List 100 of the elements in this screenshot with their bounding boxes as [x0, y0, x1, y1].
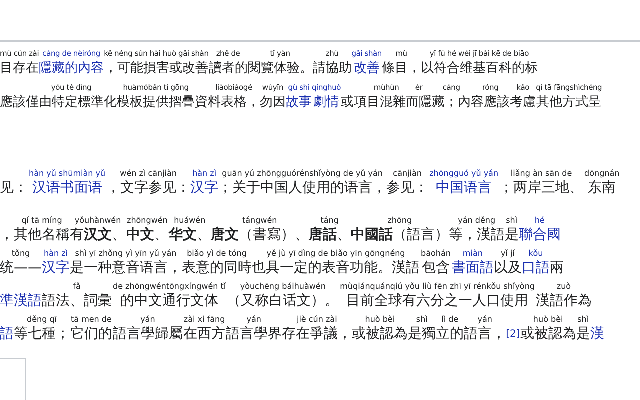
- text-run: ，文字参见：: [106, 179, 191, 198]
- text-run: 語言學界: [226, 325, 282, 344]
- text-run: 有汉文、: [70, 226, 126, 245]
- pinyin-annotation: wén zì cānjiàn: [119, 168, 178, 179]
- link[interactable]: 隱藏的內容: [39, 59, 104, 78]
- text-run: 唐文（書寫）、: [210, 226, 309, 245]
- link[interactable]: 改善: [354, 59, 380, 78]
- text-run: 語言，: [464, 325, 506, 344]
- link[interactable]: 口語: [522, 259, 550, 278]
- text-run: 由特定標準: [39, 94, 104, 112]
- pinyin-annotation: tǒng: [10, 248, 32, 259]
- pinyin-annotation: yě jù yī dìng de biǎo yīn gōngnéng: [266, 248, 406, 259]
- text-run: 語法、詞彙: [42, 292, 112, 311]
- pinyin-annotation: shì yī zhǒng yì yīn yǔ yán: [74, 248, 178, 259]
- pinyin-annotation: lì de: [440, 314, 460, 325]
- pinyin-annotation: hàn zì: [42, 248, 69, 259]
- pinyin-annotation: yǐ jí: [500, 248, 516, 259]
- pinyin-annotation: mùqiánquánqiú yǒu liù fēn zhī yī rénkǒu shǐyòng: [339, 281, 536, 292]
- text-run: 勿因: [260, 94, 286, 112]
- reference-link[interactable]: [2]: [506, 325, 520, 344]
- link[interactable]: 聯合國: [518, 226, 561, 245]
- text-run: 應該僅: [0, 94, 39, 112]
- text-run: 化模板提供摺疊資: [104, 94, 208, 112]
- text-run: 是獨: [408, 325, 436, 344]
- text-run: 包含: [422, 259, 450, 278]
- pinyin-annotation: huáwén: [173, 215, 207, 226]
- link[interactable]: 中国语言: [436, 179, 492, 198]
- link[interactable]: 準漢語: [0, 292, 42, 311]
- text-run: 或被認為: [520, 325, 576, 344]
- text-run: 其他方式呈: [536, 94, 602, 112]
- text-run: 是: [504, 226, 519, 245]
- pinyin-annotation: guān yú zhōngguórénshǐyòng de yǔ yán: [221, 168, 384, 179]
- pinyin-annotation: huò bèi: [364, 314, 396, 325]
- text-run: 或項: [341, 94, 368, 112]
- text-run: 它们的: [70, 325, 112, 344]
- text-run: 立的: [436, 325, 464, 344]
- link[interactable]: 汉字: [190, 179, 219, 198]
- pinyin-annotation: shì: [576, 314, 590, 325]
- text-run: （又称白话文）。: [227, 292, 340, 311]
- pinyin-annotation: bāohán: [420, 248, 452, 259]
- text-run: 东南: [588, 179, 616, 198]
- text-run: ；关于中国人使用的语言，: [218, 179, 387, 198]
- link[interactable]: 漢: [590, 325, 604, 344]
- text-run: ，可能損害或改善: [104, 60, 208, 78]
- text-run: 存在爭議，: [282, 325, 352, 344]
- link[interactable]: 書面語: [452, 259, 494, 278]
- text-run: 而隱: [406, 94, 432, 112]
- text-run: 目混雜: [367, 94, 406, 112]
- pinyin-annotation: zhōngguó yǔ yán: [428, 168, 500, 179]
- text-run: ，: [0, 226, 14, 245]
- pinyin-annotation: shì: [505, 215, 519, 226]
- link[interactable]: 汉字: [42, 259, 70, 278]
- pinyin-annotation: zuò: [556, 281, 572, 292]
- pinyin-annotation: biǎo yì de tóng: [186, 248, 248, 259]
- text-run: 考慮: [510, 94, 536, 112]
- pinyin-annotation: táng: [320, 215, 340, 226]
- text-run: 漢語作為: [536, 292, 592, 311]
- link[interactable]: 故事: [286, 93, 312, 112]
- text-run: 也具一定的表音功能。漢語: [252, 259, 420, 278]
- text-run: 閱覽体验。: [248, 60, 313, 78]
- pinyin-annotation: zhōng: [386, 215, 414, 226]
- pinyin-annotation: qí tā míng: [20, 215, 64, 226]
- link[interactable]: 汉语书面语: [32, 179, 102, 198]
- text-run: 参见：: [386, 179, 429, 198]
- pinyin-annotation: shì: [415, 314, 429, 325]
- text-run: 料表格，: [208, 94, 260, 112]
- pinyin-annotation: dōngnán: [584, 168, 621, 179]
- text-run: 目前全球有六分之一人口使用: [346, 292, 529, 311]
- text-run: 讀者的: [208, 60, 248, 78]
- text-run: 是: [576, 325, 590, 344]
- pinyin-annotation: zài xi fāng: [182, 314, 226, 325]
- pinyin-annotation: yán děng: [457, 215, 497, 226]
- pinyin-annotation: yán: [246, 314, 263, 325]
- text-run: 目存在: [0, 60, 40, 78]
- text-run: 以及: [494, 259, 522, 278]
- pinyin-annotation: de zhōngwéntōngxíngwén tǐ: [112, 281, 228, 292]
- text-run: 华文、: [168, 226, 211, 245]
- pinyin-annotation: zhōngwén: [126, 215, 169, 226]
- infobox-frame: [0, 358, 26, 400]
- pinyin-annotation: cānjiàn: [392, 168, 423, 179]
- pinyin-annotation: yòuchēng báihuàwén: [239, 281, 327, 292]
- text-run: 中文、: [126, 226, 168, 245]
- text-run: 见：: [0, 179, 28, 198]
- pinyin-annotation: miàn: [462, 248, 484, 259]
- pinyin-annotation: hé: [534, 215, 546, 226]
- text-run: 語言學歸屬: [112, 325, 183, 344]
- text-run: 的中文通行文体: [120, 292, 219, 311]
- pinyin-annotation: tángwén: [241, 215, 278, 226]
- text-run: 以符合维基百科的标: [421, 60, 538, 78]
- text-run: 條目，: [382, 60, 421, 78]
- link[interactable]: 語: [0, 325, 14, 344]
- pinyin-annotation: jiè cún zài: [296, 314, 338, 325]
- link[interactable]: 劇情: [314, 93, 340, 112]
- text-run: 在西方: [184, 325, 226, 344]
- pinyin-annotation: yǒuhànwén: [74, 215, 122, 226]
- text-run: 或被認為: [352, 325, 408, 344]
- pinyin-annotation: děng qī: [26, 314, 58, 325]
- text-run: 表意的同時: [182, 259, 252, 278]
- pinyin-annotation: fǎ: [72, 281, 82, 292]
- pinyin-annotation: yán: [476, 314, 494, 325]
